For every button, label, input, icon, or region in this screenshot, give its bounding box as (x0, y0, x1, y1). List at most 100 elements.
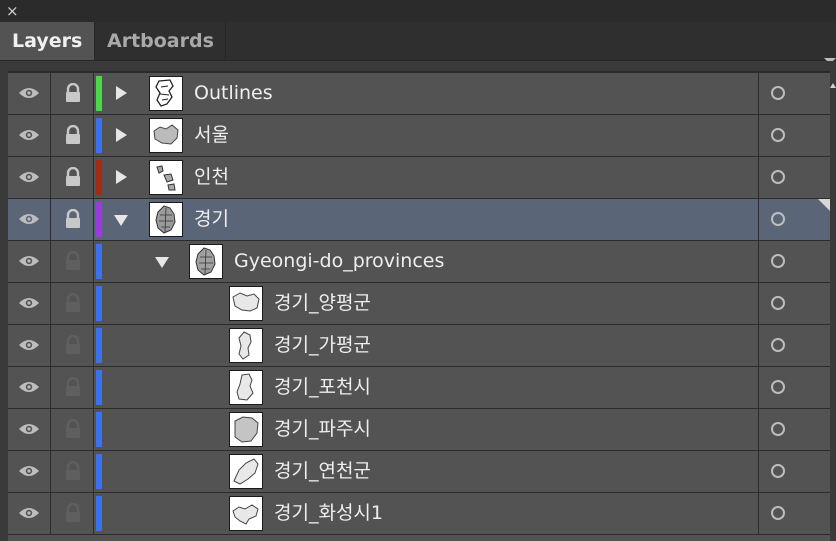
lock-toggle[interactable] (51, 493, 94, 534)
lock-icon (66, 293, 80, 312)
tab-artboards[interactable]: Artboards (94, 22, 226, 60)
layer-color-swatch (96, 160, 102, 195)
eye-icon (19, 508, 39, 518)
layer-row-incheon[interactable]: 인천 (8, 156, 830, 198)
layer-name[interactable]: 경기_화성시1 (274, 493, 383, 534)
target-circle-icon[interactable] (771, 170, 785, 184)
target-column[interactable] (758, 367, 831, 408)
visibility-toggle[interactable] (8, 451, 51, 492)
layer-color-swatch (96, 454, 102, 489)
eye-icon (19, 424, 39, 434)
target-circle-icon[interactable] (771, 128, 785, 142)
target-column[interactable] (758, 451, 831, 492)
target-column[interactable] (758, 157, 831, 198)
target-column[interactable] (758, 409, 831, 450)
visibility-toggle[interactable] (8, 199, 51, 240)
target-circle-icon[interactable] (771, 86, 785, 100)
lock-toggle[interactable] (51, 199, 94, 240)
target-column[interactable] (758, 325, 831, 366)
lock-toggle[interactable] (51, 451, 94, 492)
layer-name[interactable]: 인천 (194, 157, 229, 198)
target-column[interactable] (758, 115, 831, 156)
visibility-toggle[interactable] (8, 493, 51, 534)
sublayer-row-provinces[interactable]: Gyeongi-do_provinces (8, 240, 830, 282)
layer-name[interactable]: 경기_가평군 (274, 325, 371, 366)
layer-color-swatch (96, 244, 102, 279)
path-row-yangpyeong[interactable]: 경기_양평군 (8, 282, 830, 324)
scroll-up-arrow-icon[interactable] (830, 83, 836, 88)
visibility-toggle[interactable] (8, 283, 51, 324)
expand-triangle-icon[interactable] (116, 170, 127, 184)
target-column[interactable] (758, 493, 831, 534)
layer-row-seoul[interactable]: 서울 (8, 114, 830, 156)
close-icon[interactable]: × (6, 1, 19, 21)
layer-name[interactable]: Gyeongi-do_provinces (234, 241, 444, 282)
lock-toggle[interactable] (51, 409, 94, 450)
target-circle-icon[interactable] (771, 380, 785, 394)
visibility-toggle[interactable] (8, 409, 51, 450)
layer-thumbnail (149, 202, 183, 237)
path-row-pocheon[interactable]: 경기_포천시 (8, 366, 830, 408)
layer-thumbnail (149, 160, 183, 195)
layer-name[interactable]: 경기_포천시 (274, 367, 371, 408)
layer-name[interactable]: 경기 (194, 199, 229, 240)
lock-toggle[interactable] (51, 283, 94, 324)
layer-name[interactable]: Outlines (194, 73, 273, 114)
target-column[interactable] (758, 241, 831, 282)
visibility-toggle[interactable] (8, 73, 51, 114)
target-circle-icon[interactable] (771, 296, 785, 310)
eye-icon (19, 340, 39, 350)
lock-toggle[interactable] (51, 115, 94, 156)
lock-icon (66, 83, 80, 102)
eye-icon (19, 298, 39, 308)
lock-icon (66, 419, 80, 438)
lock-icon (66, 377, 80, 396)
layer-name[interactable]: 경기_파주시 (274, 409, 371, 450)
layer-color-swatch (96, 118, 102, 153)
layer-thumbnail (229, 328, 263, 363)
lock-toggle[interactable] (51, 241, 94, 282)
eye-icon (19, 88, 39, 98)
collapse-triangle-icon[interactable] (114, 215, 128, 226)
expand-triangle-icon[interactable] (116, 128, 127, 142)
path-row-yeoncheon[interactable]: 경기_연천군 (8, 450, 830, 492)
eye-icon (19, 382, 39, 392)
lock-toggle[interactable] (51, 367, 94, 408)
visibility-toggle[interactable] (8, 325, 51, 366)
lock-toggle[interactable] (51, 157, 94, 198)
visibility-toggle[interactable] (8, 241, 51, 282)
eye-icon (19, 256, 39, 266)
scrollbar[interactable] (830, 71, 836, 540)
layer-thumbnail (149, 76, 183, 111)
lock-icon (66, 209, 80, 228)
target-circle-icon[interactable] (771, 254, 785, 268)
target-circle-icon[interactable] (771, 464, 785, 478)
lock-icon (66, 167, 80, 186)
target-circle-icon[interactable] (771, 506, 785, 520)
path-row-hwaseong[interactable]: 경기_화성시1 (8, 492, 830, 534)
lock-icon (66, 503, 80, 522)
visibility-toggle[interactable] (8, 115, 51, 156)
layer-thumbnail (229, 286, 263, 321)
lock-toggle[interactable] (51, 73, 94, 114)
layer-thumbnail (149, 118, 183, 153)
target-circle-icon[interactable] (771, 212, 785, 226)
target-column[interactable] (758, 283, 831, 324)
lock-toggle[interactable] (51, 325, 94, 366)
layer-name[interactable]: 경기_연천군 (274, 451, 371, 492)
target-column[interactable] (758, 73, 831, 114)
visibility-toggle[interactable] (8, 157, 51, 198)
collapse-triangle-icon[interactable] (155, 257, 169, 268)
expand-triangle-icon[interactable] (116, 86, 127, 100)
target-circle-icon[interactable] (771, 422, 785, 436)
visibility-toggle[interactable] (8, 367, 51, 408)
layer-name[interactable]: 서울 (194, 115, 229, 156)
layer-row-gyeonggi[interactable]: 경기 (8, 198, 830, 240)
path-row-gapyeong[interactable]: 경기_가평군 (8, 324, 830, 366)
path-row-paju[interactable]: 경기_파주시 (8, 408, 830, 450)
layer-name[interactable]: 경기_양평군 (274, 283, 371, 324)
layer-row-outlines[interactable]: Outlines (8, 72, 830, 114)
target-circle-icon[interactable] (771, 338, 785, 352)
tab-layers[interactable]: Layers (0, 22, 94, 60)
layer-color-swatch (96, 370, 102, 405)
